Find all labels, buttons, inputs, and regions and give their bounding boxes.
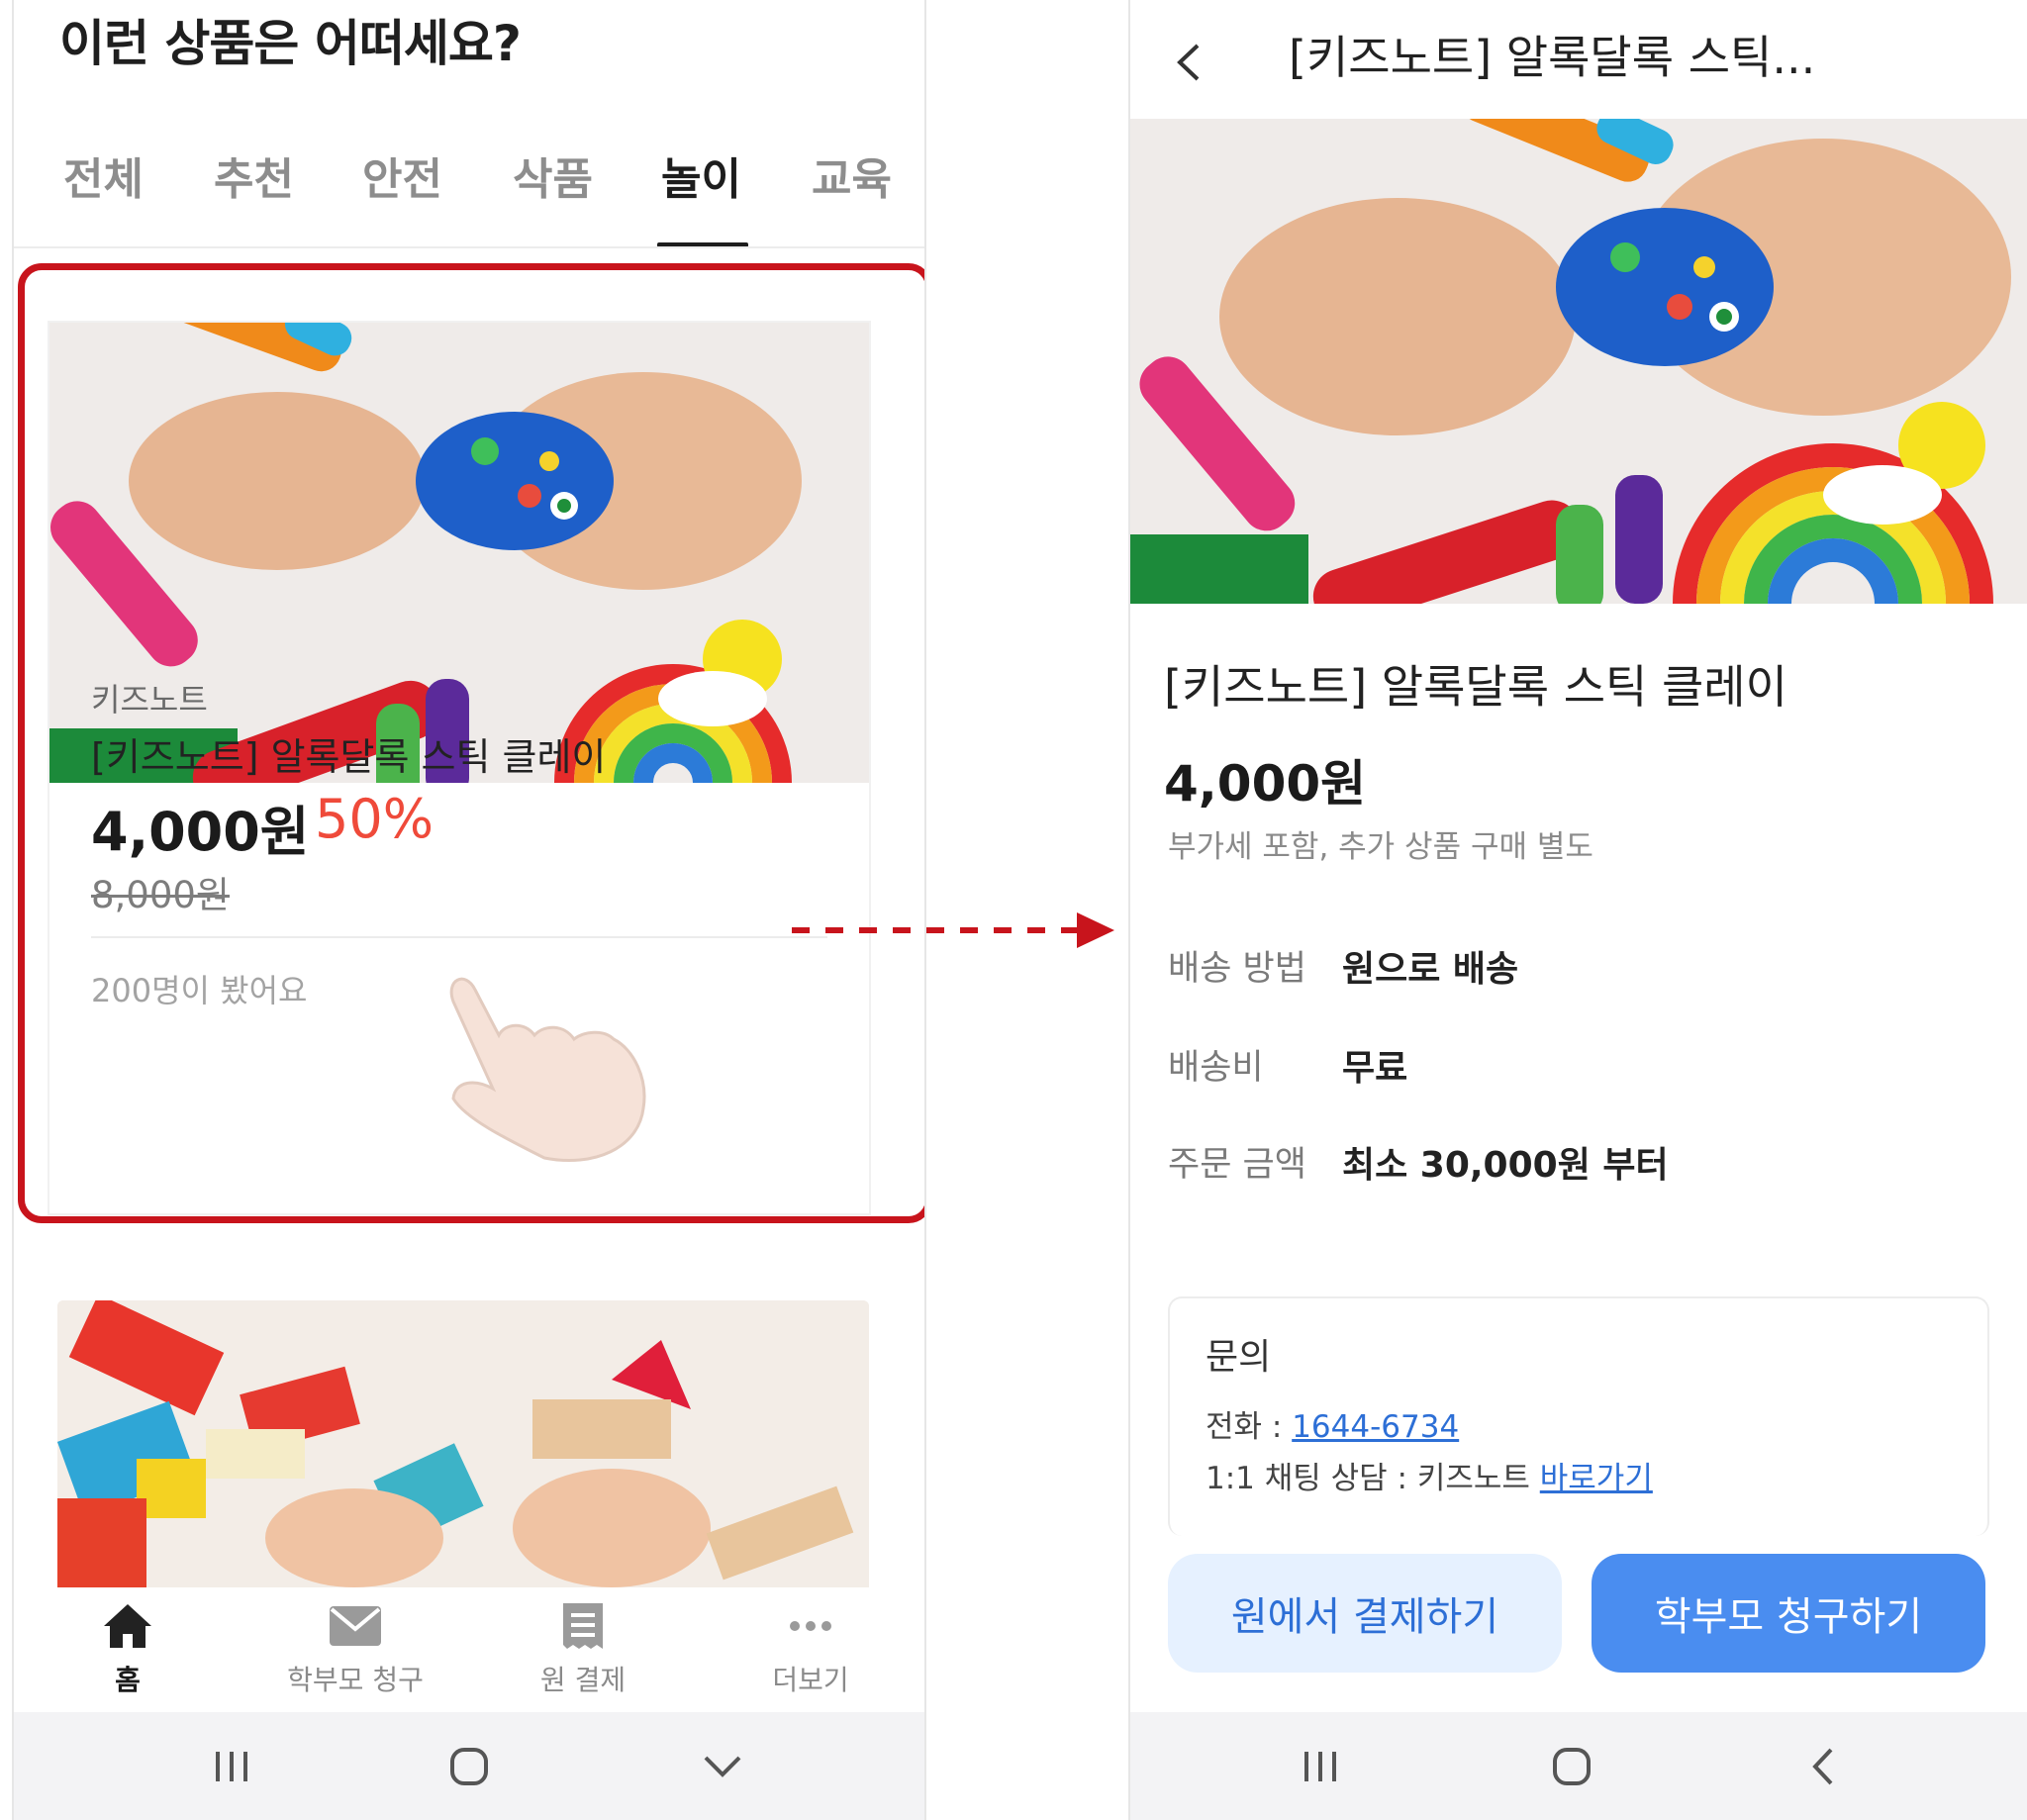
home-icon [14,1597,241,1655]
product-image-2 [57,1300,869,1587]
nav-more[interactable]: 더보기 [697,1597,924,1698]
bill-parent-button[interactable]: 학부모 청구하기 [1592,1554,1985,1673]
receipt-icon [469,1597,697,1655]
inquiry-chat-line: 1:1 채팅 상담 : 키즈노트 바로가기 [1206,1453,1653,1497]
nav-more-label: 더보기 [772,1664,849,1696]
nav-center-payment[interactable]: 원 결제 [469,1597,697,1698]
inquiry-phone-line: 전화 : 1644-6734 [1206,1401,1459,1446]
tab-education[interactable]: 교육 [812,144,892,207]
tab-all[interactable]: 전체 [63,144,144,207]
order-amount-value: 최소 30,000원 부터 [1342,1145,1669,1186]
home-circle-icon[interactable] [430,1712,509,1820]
product-detail-price: 4,000원 [1164,755,1367,813]
delivery-method-value: 원으로 배송 [1342,949,1519,990]
nav-parent-billing-label: 학부모 청구 [287,1664,424,1696]
chevron-down-icon[interactable] [683,1712,762,1820]
header-title: [키즈노트] 알록달록 스틱... [1289,31,1816,84]
right-phone-screen: [키즈노트] 알록달록 스틱... [키즈노트] 알록달록 스틱 클레이 4,0… [1128,0,2027,1820]
nav-center-payment-label: 원 결제 [539,1664,627,1696]
product-card-2[interactable] [57,1300,869,1587]
mail-icon [241,1597,469,1655]
recent-apps-icon[interactable] [192,1712,271,1820]
tab-play[interactable]: 놀이 [661,144,741,207]
tap-hand-icon [449,977,646,1163]
left-phone-screen: 이런 상품은 어떠세요? 전체 추천 안전 삭품 놀이 교육 키즈노트 [키즈노… [12,0,926,1820]
home-circle-icon[interactable] [1532,1712,1611,1820]
vat-note: 부가세 포함, 추가 상품 구매 별도 [1168,829,1593,865]
back-nav-icon[interactable] [1784,1712,1863,1820]
nav-home-label: 홈 [115,1664,141,1696]
product-detail-image [1130,119,2027,604]
page-title: 이런 상품은 어떠세요? [59,15,522,72]
tabs-divider [14,246,924,248]
product-detail-title: [키즈노트] 알록달록 스틱 클레이 [1164,660,1787,714]
phone-link[interactable]: 1644-6734 [1292,1409,1459,1445]
tab-safety[interactable]: 안전 [362,144,442,207]
system-navigation-bar-right [1130,1712,2027,1820]
back-icon[interactable] [1166,38,1215,87]
delivery-fee-label: 배송비 [1168,1048,1264,1088]
inquiry-box: 문의 전화 : 1644-6734 1:1 채팅 상담 : 키즈노트 바로가기 [1168,1296,1989,1536]
category-tabs: 전체 추천 안전 삭품 놀이 교육 [14,144,924,247]
chat-shortcut-link[interactable]: 바로가기 [1540,1461,1653,1496]
pay-at-center-button[interactable]: 원에서 결제하기 [1168,1554,1562,1673]
phone-label: 전화 : [1206,1409,1293,1445]
nav-home[interactable]: 홈 [14,1597,241,1698]
order-amount-label: 주문 금액 [1168,1145,1306,1185]
inquiry-title: 문의 [1206,1337,1272,1378]
transition-arrow-icon [792,912,1114,948]
delivery-fee-value: 무료 [1342,1048,1408,1089]
chat-label: 1:1 채팅 상담 : 키즈노트 [1206,1461,1540,1496]
nav-parent-billing[interactable]: 학부모 청구 [241,1597,469,1698]
bottom-navigation: 홈 학부모 청구 원 결제 더보기 [14,1587,924,1712]
tab-recommended[interactable]: 추천 [214,144,294,207]
delivery-method-label: 배송 방법 [1168,949,1306,989]
more-dots-icon [697,1597,924,1655]
tab-food[interactable]: 삭품 [513,144,593,207]
recent-apps-icon[interactable] [1281,1712,1360,1820]
system-navigation-bar [14,1712,924,1820]
